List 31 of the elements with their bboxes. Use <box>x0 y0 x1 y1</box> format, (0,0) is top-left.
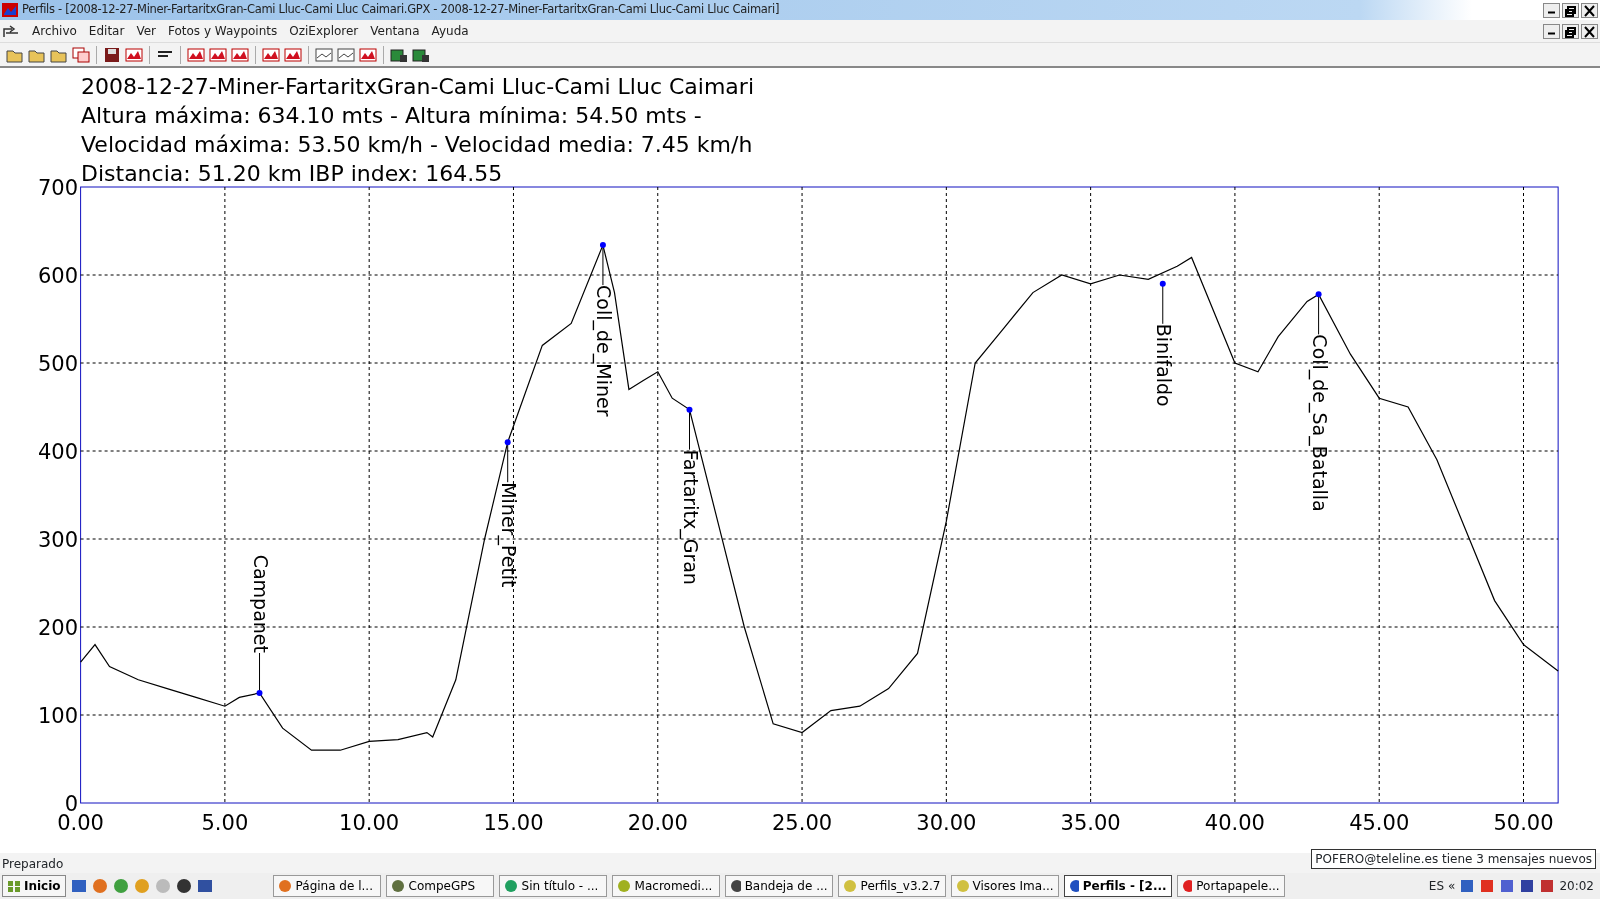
axis-tick-label: 45.00 <box>1349 811 1410 835</box>
waypoint-label: Miner_Petit <box>497 482 520 588</box>
axis-tick-label: 20.00 <box>627 811 688 835</box>
window-title: Perfils - [2008-12-27-Miner-FartaritxGran-Cami Lluc-Cami Lluc Caimari.GPX - 2008-12-27-Miner-FartaritxGran-Cami Lluc-Cami Lluc Caimari] <box>22 1 780 19</box>
axis-tick-label: 300 <box>37 528 78 552</box>
waypoint-label: Coll_de_Sa_Batalla <box>1308 334 1331 512</box>
axis-tick-label: 35.00 <box>1060 811 1121 835</box>
axis-tick-label: 400 <box>37 440 78 464</box>
stat-line: Velocidad máxima: 53.50 km/h - Velocidad media: 7.45 km/h <box>81 132 753 157</box>
axis-tick-label: 30.00 <box>916 811 977 835</box>
status-text: Preparado <box>2 856 64 873</box>
axis-tick-label: 600 <box>37 264 78 288</box>
waypoint-label: Binifaldo <box>1152 323 1175 407</box>
axis-tick-label: 100 <box>37 704 78 728</box>
axis-tick-label: 0.00 <box>57 811 104 835</box>
axis-tick-label: 200 <box>37 616 78 640</box>
chart-title: 2008-12-27-Miner-FartaritxGran-Cami Lluc-Cami Lluc Caimari <box>81 74 754 99</box>
axis-tick-label: 15.00 <box>483 811 544 835</box>
waypoint-label: Fartaritx_Gran <box>679 449 702 585</box>
stat-line: Altura máxima: 634.10 mts - Altura mínima: 54.50 mts - <box>81 103 702 128</box>
axis-tick-label: 700 <box>37 176 78 200</box>
axis-tick-label: 500 <box>37 352 78 376</box>
waypoint-label: Coll_de_Miner <box>592 285 615 417</box>
axis-tick-label: 50.00 <box>1493 811 1554 835</box>
axis-tick-label: 25.00 <box>772 811 833 835</box>
stat-line: Distancia: 51.20 km IBP index: 164.55 <box>81 161 503 186</box>
axis-tick-label: 10.00 <box>339 811 400 835</box>
waypoint-label: Campanet <box>249 554 272 653</box>
axis-tick-label: 40.00 <box>1204 811 1265 835</box>
axis-tick-label: 5.00 <box>201 811 249 835</box>
clock: 20:02 <box>1559 878 1594 895</box>
